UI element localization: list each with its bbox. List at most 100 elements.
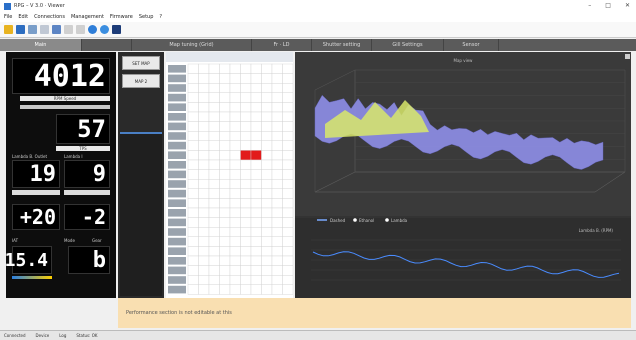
legend-dashed: Dashed [330,218,346,223]
tab-fr-ld[interactable]: Fr · LD [252,39,312,51]
grid-cell [229,246,241,257]
grid-cell [250,226,262,237]
grid-cell [229,255,241,266]
grid-cell [198,169,210,180]
grid-cell [271,150,283,161]
set-map-button[interactable]: SET MAP [122,56,160,70]
chart-panel: Map view Lambda B. (RPM) Dashed Ethanol … [295,52,631,298]
grid-cell [187,246,199,257]
map-grid-table[interactable] [166,52,293,298]
tab-blank[interactable] [82,39,132,51]
grid-cell [282,274,293,285]
grid-cell [271,265,283,276]
grid-cell [250,246,262,257]
temp-color-bar [12,276,52,279]
open-icon[interactable] [4,25,13,34]
connect-icon[interactable] [88,25,97,34]
tab-map-tuning[interactable]: Map tuning (Grid) [132,39,252,51]
tab-gill-settings[interactable]: Gill Settings [372,39,444,51]
grid-cell [271,246,283,257]
menu-edit[interactable]: Edit [18,14,28,20]
grid-cell [208,284,220,295]
save-as-icon[interactable] [28,25,37,34]
grid-cell [187,102,199,113]
save-icon[interactable] [16,25,25,34]
grid-cell [250,274,262,285]
rpm-bar [20,105,110,109]
grid-cell [198,198,210,209]
grid-cell [240,207,252,218]
minimize-icon[interactable]: – [588,2,591,9]
grid-cell [261,130,273,141]
tab-main[interactable]: Main [0,39,82,51]
tab-shutter-setting[interactable]: Shutter setting [312,39,372,51]
grid-cell [229,111,241,122]
grid-cell [229,265,241,276]
map-grid[interactable] [166,52,293,298]
grid-cell [187,265,199,276]
print-icon[interactable] [40,25,49,34]
menu-management[interactable]: Management [71,14,104,20]
grid-cell [208,246,220,257]
menu-help[interactable]: ? [159,14,162,20]
map-list[interactable] [120,132,162,296]
grid-cell [198,130,210,141]
maximize-icon[interactable]: □ [605,2,611,9]
grid-cell [187,121,199,132]
grid-cell [282,284,293,295]
grid-cell [271,130,283,141]
hint-banner: Performance section is not editable at t… [118,298,631,328]
grid-cell [219,111,231,122]
grid-cell [187,159,199,170]
chip-icon[interactable] [112,25,121,34]
redo-icon[interactable] [76,25,85,34]
grid-cell [282,207,293,218]
grid-cell [240,265,252,276]
grid-cell [198,236,210,247]
grid-cell [229,140,241,151]
grid-cell [187,92,199,103]
grid-column-header [166,52,293,62]
grid-cell [229,63,241,74]
grid-cell [271,207,283,218]
grid-cell [240,102,252,113]
grid-cell [250,92,262,103]
grid-cell [261,178,273,189]
grid-cell [208,63,220,74]
grid-cell [229,284,241,295]
filter-icon[interactable] [52,25,61,34]
grid-cell [250,130,262,141]
menu-connections[interactable]: Connections [34,14,65,20]
grid-row-header [168,170,186,179]
grid-cell [240,255,252,266]
grid-cell [271,236,283,247]
grid-cell [261,73,273,84]
grid-cell [187,150,199,161]
grid-cell [240,140,252,151]
surface-chart: Map view Lambda B. (RPM) Dashed Ethanol … [295,52,631,298]
chart-close-icon[interactable] [625,54,630,59]
temp-display: 15.4 [5,246,52,274]
grid-cell [271,102,283,113]
grid-row-header [168,84,186,92]
grid-cell [282,92,293,103]
grid-cell [187,217,199,228]
grid-cell [198,207,210,218]
grid-cell [240,274,252,285]
menu-firmware[interactable]: Firmware [110,14,133,20]
grid-cell [229,274,241,285]
grid-cell [198,246,210,257]
grid-cell [198,265,210,276]
tab-sensor[interactable]: Sensor [444,39,499,51]
menu-setup[interactable]: Setup [139,14,154,20]
close-icon[interactable]: ✕ [625,2,630,9]
grid-cell [282,130,293,141]
menu-file[interactable]: File [4,14,12,20]
disconnect-icon[interactable] [100,25,109,34]
grid-cell [208,236,220,247]
grid-cell [240,198,252,209]
tps-display: 57 [56,114,110,144]
status-bar: Connected Device Log Status: OK [0,330,636,340]
map2-button[interactable]: MAP 2 [122,74,160,88]
undo-icon[interactable] [64,25,73,34]
